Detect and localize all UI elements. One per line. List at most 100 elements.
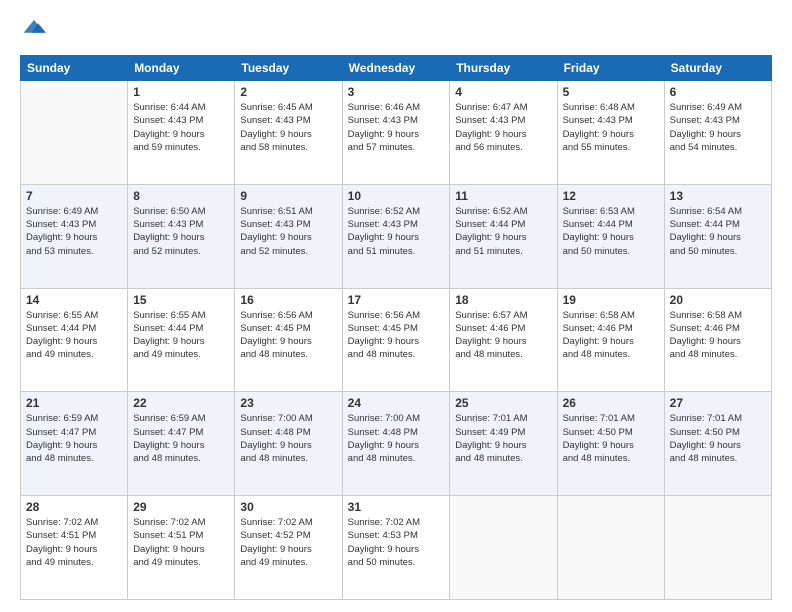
calendar-week-row: 7 Sunrise: 6:49 AM Sunset: 4:43 PM Daylig…: [21, 184, 772, 288]
day-number: 13: [670, 189, 766, 203]
logo-icon: [22, 16, 46, 40]
day-info: Sunrise: 7:02 AM Sunset: 4:51 PM Dayligh…: [133, 516, 229, 569]
day-number: 21: [26, 396, 122, 410]
day-number: 18: [455, 293, 551, 307]
day-number: 31: [348, 500, 445, 514]
calendar-cell: 11Sunrise: 6:52 AM Sunset: 4:44 PM Dayli…: [450, 184, 557, 288]
day-info: Sunrise: 7:00 AM Sunset: 4:48 PM Dayligh…: [348, 412, 445, 465]
day-info: Sunrise: 7:00 AM Sunset: 4:48 PM Dayligh…: [240, 412, 336, 465]
day-info: Sunrise: 6:51 AM Sunset: 4:43 PM Dayligh…: [240, 205, 336, 258]
day-info: Sunrise: 6:55 AM Sunset: 4:44 PM Dayligh…: [133, 309, 229, 362]
calendar-cell: 25 Sunrise: 7:01 AM Sunset: 4:49 PM Dayli…: [450, 392, 557, 496]
calendar-cell: 18 Sunrise: 6:57 AM Sunset: 4:46 PM Dayli…: [450, 288, 557, 392]
calendar-cell: 4 Sunrise: 6:47 AM Sunset: 4:43 PM Daylig…: [450, 81, 557, 185]
day-number: 12: [563, 189, 659, 203]
day-number: 28: [26, 500, 122, 514]
weekday-header-thursday: Thursday: [450, 56, 557, 81]
day-number: 17: [348, 293, 445, 307]
day-info: Sunrise: 6:58 AM Sunset: 4:46 PM Dayligh…: [563, 309, 659, 362]
day-info: Sunrise: 6:59 AM Sunset: 4:47 PM Dayligh…: [26, 412, 122, 465]
day-info: Sunrise: 7:01 AM Sunset: 4:49 PM Dayligh…: [455, 412, 551, 465]
day-info: Sunrise: 6:48 AM Sunset: 4:43 PM Dayligh…: [563, 101, 659, 154]
day-info: Sunrise: 6:50 AM Sunset: 4:43 PM Dayligh…: [133, 205, 229, 258]
day-number: 24: [348, 396, 445, 410]
day-info: Sunrise: 6:57 AM Sunset: 4:46 PM Dayligh…: [455, 309, 551, 362]
day-info: Sunrise: 6:56 AM Sunset: 4:45 PM Dayligh…: [240, 309, 336, 362]
calendar-week-row: 1 Sunrise: 6:44 AM Sunset: 4:43 PM Daylig…: [21, 81, 772, 185]
logo: [20, 16, 46, 45]
day-number: 6: [670, 85, 766, 99]
calendar-cell: 16 Sunrise: 6:56 AM Sunset: 4:45 PM Dayli…: [235, 288, 342, 392]
calendar-cell: [557, 496, 664, 600]
calendar-cell: 19 Sunrise: 6:58 AM Sunset: 4:46 PM Dayli…: [557, 288, 664, 392]
calendar-cell: 29 Sunrise: 7:02 AM Sunset: 4:51 PM Dayli…: [128, 496, 235, 600]
page: SundayMondayTuesdayWednesdayThursdayFrid…: [0, 0, 792, 612]
calendar-cell: [664, 496, 771, 600]
day-number: 9: [240, 189, 336, 203]
day-number: 14: [26, 293, 122, 307]
day-info: Sunrise: 6:56 AM Sunset: 4:45 PM Dayligh…: [348, 309, 445, 362]
calendar-cell: 9 Sunrise: 6:51 AM Sunset: 4:43 PM Daylig…: [235, 184, 342, 288]
day-info: Sunrise: 6:45 AM Sunset: 4:43 PM Dayligh…: [240, 101, 336, 154]
weekday-header-tuesday: Tuesday: [235, 56, 342, 81]
day-number: 29: [133, 500, 229, 514]
calendar-cell: 7 Sunrise: 6:49 AM Sunset: 4:43 PM Daylig…: [21, 184, 128, 288]
calendar-cell: 22 Sunrise: 6:59 AM Sunset: 4:47 PM Dayli…: [128, 392, 235, 496]
day-info: Sunrise: 7:02 AM Sunset: 4:53 PM Dayligh…: [348, 516, 445, 569]
calendar-cell: [450, 496, 557, 600]
day-number: 2: [240, 85, 336, 99]
day-info: Sunrise: 7:02 AM Sunset: 4:51 PM Dayligh…: [26, 516, 122, 569]
calendar-cell: 14 Sunrise: 6:55 AM Sunset: 4:44 PM Dayli…: [21, 288, 128, 392]
weekday-header-saturday: Saturday: [664, 56, 771, 81]
calendar-cell: 24 Sunrise: 7:00 AM Sunset: 4:48 PM Dayli…: [342, 392, 450, 496]
calendar-cell: 23 Sunrise: 7:00 AM Sunset: 4:48 PM Dayli…: [235, 392, 342, 496]
day-number: 20: [670, 293, 766, 307]
day-number: 11: [455, 189, 551, 203]
calendar-table: SundayMondayTuesdayWednesdayThursdayFrid…: [20, 55, 772, 600]
day-info: Sunrise: 6:49 AM Sunset: 4:43 PM Dayligh…: [670, 101, 766, 154]
day-info: Sunrise: 6:59 AM Sunset: 4:47 PM Dayligh…: [133, 412, 229, 465]
day-info: Sunrise: 6:46 AM Sunset: 4:43 PM Dayligh…: [348, 101, 445, 154]
calendar-cell: 27 Sunrise: 7:01 AM Sunset: 4:50 PM Dayli…: [664, 392, 771, 496]
calendar-week-row: 21 Sunrise: 6:59 AM Sunset: 4:47 PM Dayli…: [21, 392, 772, 496]
day-number: 5: [563, 85, 659, 99]
calendar-cell: 13 Sunrise: 6:54 AM Sunset: 4:44 PM Dayli…: [664, 184, 771, 288]
day-number: 23: [240, 396, 336, 410]
weekday-header-wednesday: Wednesday: [342, 56, 450, 81]
day-number: 10: [348, 189, 445, 203]
calendar-cell: 20Sunrise: 6:58 AM Sunset: 4:46 PM Dayli…: [664, 288, 771, 392]
day-number: 8: [133, 189, 229, 203]
calendar-cell: 30Sunrise: 7:02 AM Sunset: 4:52 PM Dayli…: [235, 496, 342, 600]
day-number: 4: [455, 85, 551, 99]
day-info: Sunrise: 6:52 AM Sunset: 4:43 PM Dayligh…: [348, 205, 445, 258]
calendar-cell: 17 Sunrise: 6:56 AM Sunset: 4:45 PM Dayli…: [342, 288, 450, 392]
weekday-header-sunday: Sunday: [21, 56, 128, 81]
day-info: Sunrise: 7:01 AM Sunset: 4:50 PM Dayligh…: [670, 412, 766, 465]
day-number: 16: [240, 293, 336, 307]
day-number: 27: [670, 396, 766, 410]
day-info: Sunrise: 6:55 AM Sunset: 4:44 PM Dayligh…: [26, 309, 122, 362]
calendar-week-row: 28 Sunrise: 7:02 AM Sunset: 4:51 PM Dayli…: [21, 496, 772, 600]
calendar-cell: 8 Sunrise: 6:50 AM Sunset: 4:43 PM Daylig…: [128, 184, 235, 288]
calendar-cell: [21, 81, 128, 185]
day-info: Sunrise: 7:01 AM Sunset: 4:50 PM Dayligh…: [563, 412, 659, 465]
weekday-header-monday: Monday: [128, 56, 235, 81]
day-number: 19: [563, 293, 659, 307]
day-number: 1: [133, 85, 229, 99]
calendar-cell: 15Sunrise: 6:55 AM Sunset: 4:44 PM Dayli…: [128, 288, 235, 392]
day-info: Sunrise: 6:49 AM Sunset: 4:43 PM Dayligh…: [26, 205, 122, 258]
day-info: Sunrise: 6:54 AM Sunset: 4:44 PM Dayligh…: [670, 205, 766, 258]
day-info: Sunrise: 6:47 AM Sunset: 4:43 PM Dayligh…: [455, 101, 551, 154]
weekday-header-friday: Friday: [557, 56, 664, 81]
day-info: Sunrise: 6:44 AM Sunset: 4:43 PM Dayligh…: [133, 101, 229, 154]
calendar-cell: 5 Sunrise: 6:48 AM Sunset: 4:43 PM Daylig…: [557, 81, 664, 185]
calendar-cell: 21 Sunrise: 6:59 AM Sunset: 4:47 PM Dayli…: [21, 392, 128, 496]
day-info: Sunrise: 7:02 AM Sunset: 4:52 PM Dayligh…: [240, 516, 336, 569]
day-number: 25: [455, 396, 551, 410]
calendar-cell: 12Sunrise: 6:53 AM Sunset: 4:44 PM Dayli…: [557, 184, 664, 288]
day-number: 22: [133, 396, 229, 410]
day-number: 7: [26, 189, 122, 203]
weekday-header-row: SundayMondayTuesdayWednesdayThursdayFrid…: [21, 56, 772, 81]
day-number: 3: [348, 85, 445, 99]
calendar-cell: 26Sunrise: 7:01 AM Sunset: 4:50 PM Dayli…: [557, 392, 664, 496]
